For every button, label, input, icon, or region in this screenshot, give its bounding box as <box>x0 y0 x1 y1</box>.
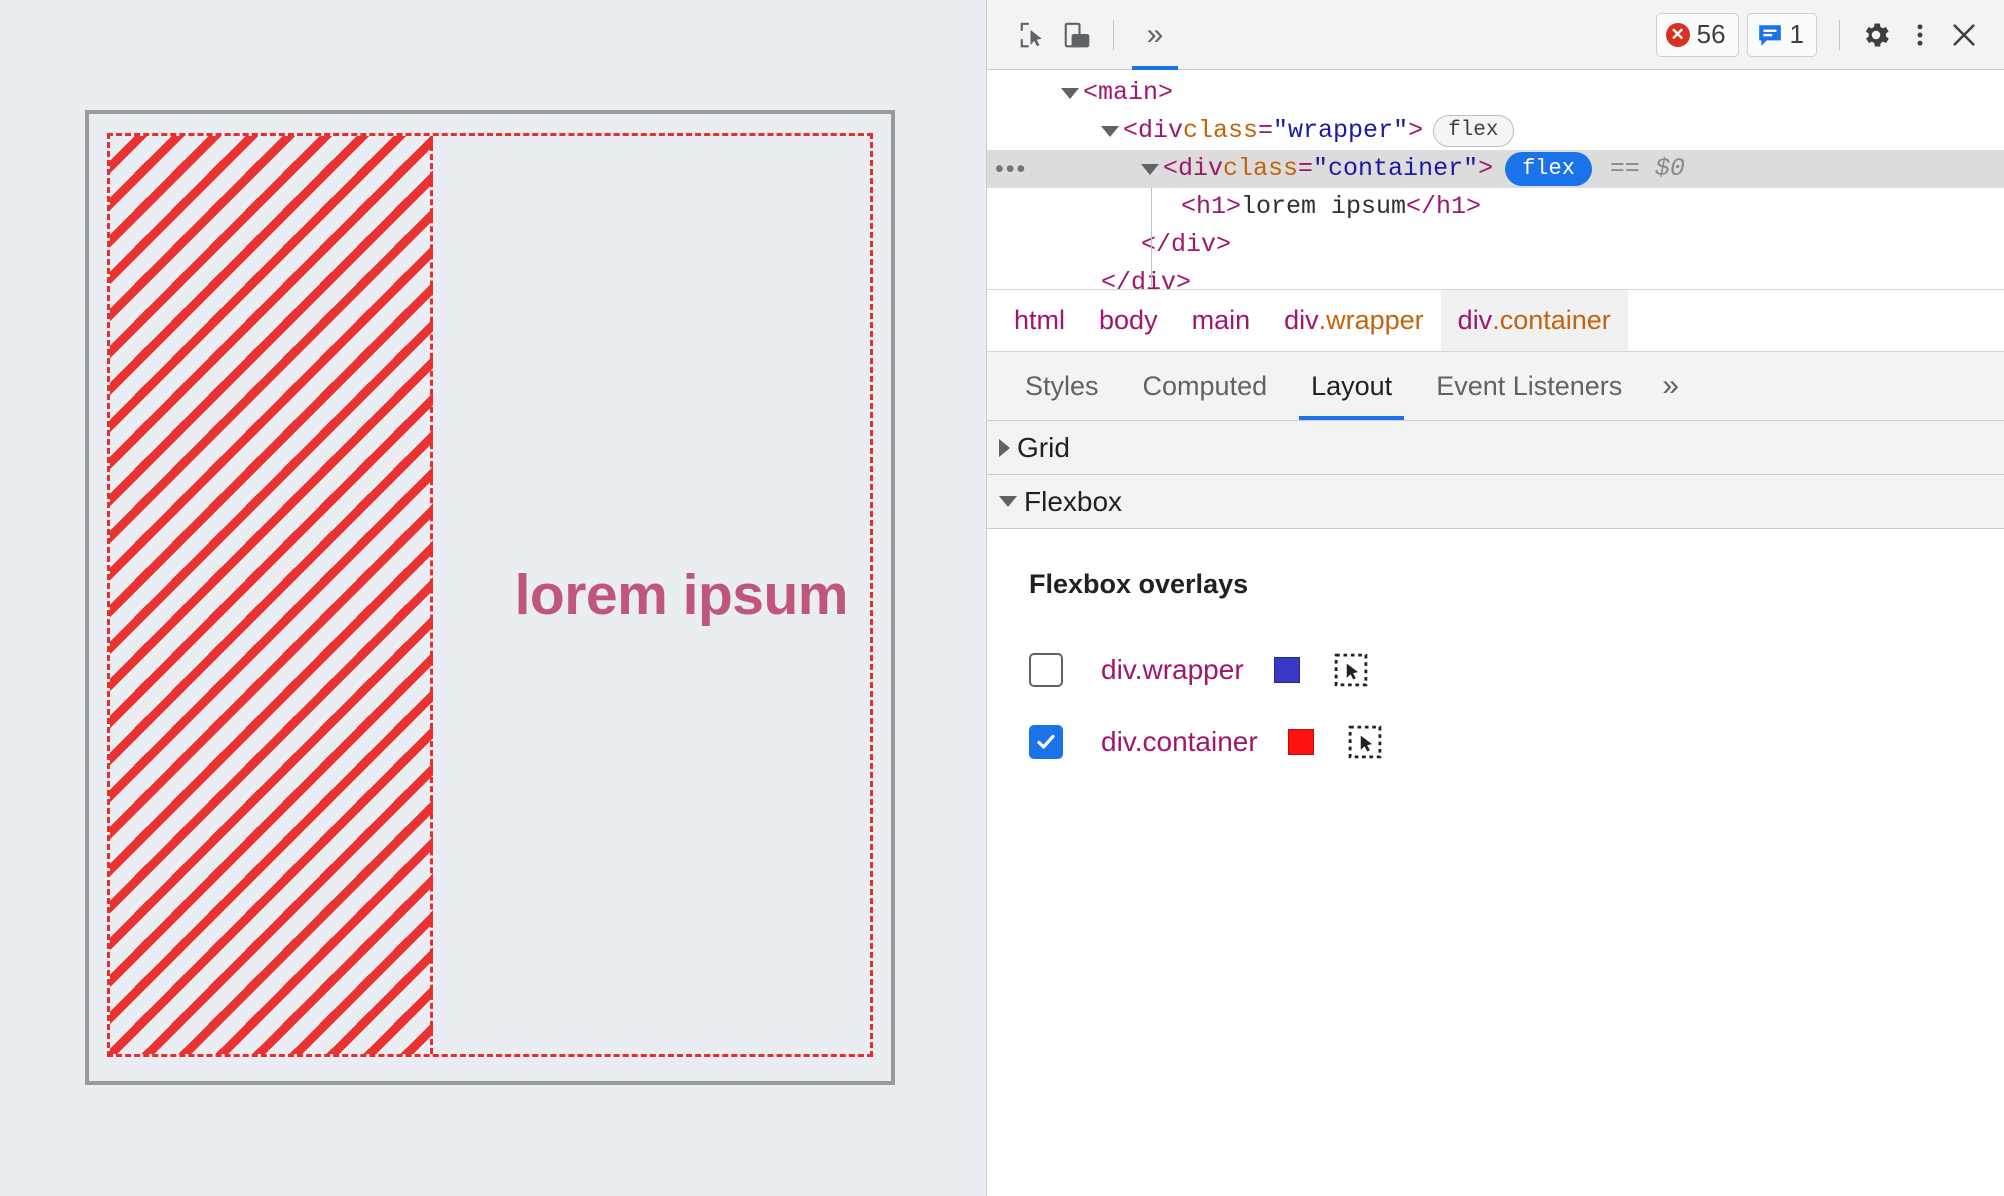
error-count-label: 56 <box>1696 19 1726 49</box>
chevron-down-icon[interactable] <box>1101 125 1119 137</box>
grid-section-label: Grid <box>1017 431 1070 463</box>
dom-token-tag: > <box>1478 154 1494 183</box>
close-icon[interactable] <box>1942 13 1986 57</box>
dom-row[interactable]: </div> <box>987 264 2004 290</box>
dom-token-attr-name: class <box>1223 154 1299 183</box>
flexbox-overlay-row: div.container <box>1029 714 2004 770</box>
toolbar-divider-1 <box>1113 19 1114 50</box>
tab-styles[interactable]: Styles <box>1003 352 1121 420</box>
devtools-toolbar: » ✕ 56 1 <box>987 0 2004 70</box>
chevron-right-icon <box>999 438 1010 457</box>
breadcrumb-item-main[interactable]: main <box>1175 290 1268 351</box>
flexbox-overlays-title: Flexbox overlays <box>1029 569 1249 599</box>
grid-section-header[interactable]: Grid <box>987 421 2004 475</box>
chevron-down-icon <box>999 496 1017 507</box>
breadcrumb-class: .wrapper <box>1318 305 1424 335</box>
error-icon: ✕ <box>1665 22 1690 47</box>
layout-panel: Grid Flexbox Flexbox overlays div.wrappe… <box>987 421 2004 1196</box>
page-heading: lorem ipsum <box>514 563 849 627</box>
dom-token-tag: </div> <box>1101 268 1192 290</box>
container-flex-overlay: lorem ipsum <box>107 133 873 1057</box>
dom-token-tag: = <box>1298 154 1314 183</box>
select-element-icon[interactable] <box>1348 725 1382 759</box>
breadcrumb-item-html[interactable]: html <box>997 290 1082 351</box>
panel-tab-bar[interactable]: Styles Computed Layout Event Listeners» <box>987 352 2004 421</box>
dom-token-tag: </h1> <box>1406 192 1482 221</box>
flexbox-overlay-row: div.wrapper <box>1029 642 2004 698</box>
overlay-checkbox[interactable] <box>1029 653 1063 687</box>
dom-token-tag: <div <box>1123 116 1184 145</box>
dom-token-tag: </div> <box>1141 230 1232 259</box>
dom-token-attr-val: "container" <box>1313 154 1479 183</box>
chevron-down-icon[interactable] <box>1141 163 1159 175</box>
breadcrumb-tag: html <box>1014 305 1066 335</box>
flexbox-section-label: Flexbox <box>1024 485 1123 517</box>
panel-tabs-more-icon[interactable]: » <box>1644 369 1697 403</box>
devtools-panel: » ✕ 56 1 <main> <div class = "wrapper" >… <box>986 0 2004 1196</box>
main-element-box: lorem ipsum <box>85 110 895 1085</box>
breadcrumb-tag: div <box>1284 305 1319 335</box>
dom-row[interactable]: </div> <box>987 226 2004 264</box>
flexbox-section-header[interactable]: Flexbox <box>987 475 2004 529</box>
chevron-double-right-icon[interactable]: » <box>1128 13 1182 70</box>
breadcrumb-tag: body <box>1099 305 1158 335</box>
breadcrumb-tag: div <box>1457 305 1493 335</box>
flex-badge[interactable]: flex <box>1505 152 1592 186</box>
overlay-label[interactable]: div.container <box>1101 726 1258 758</box>
dom-token-tag: <div <box>1163 154 1224 183</box>
dom-token-tag: <h1> <box>1181 192 1242 221</box>
devtools-screenshot: lorem ipsum » ✕ 56 1 <main> <div class =… <box>0 0 2004 1196</box>
breadcrumb-tag: main <box>1191 305 1251 335</box>
wrapper-flex-container: lorem ipsum <box>89 114 891 1081</box>
breadcrumb-item-div-container[interactable]: div .container <box>1440 290 1628 351</box>
dom-indent-guide <box>1151 188 1152 288</box>
tab-computed[interactable]: Computed <box>1121 352 1290 420</box>
message-icon <box>1757 23 1783 47</box>
device-toolbar-icon[interactable] <box>1055 13 1099 57</box>
overlay-color-swatch[interactable] <box>1273 657 1300 683</box>
tab-layout[interactable]: Layout <box>1289 352 1414 420</box>
dom-row-ellipsis-icon[interactable]: ••• <box>995 150 1027 188</box>
message-count-badge[interactable]: 1 <box>1746 12 1817 57</box>
flexbox-overlay-list: div.wrapper div.container <box>1029 642 2004 770</box>
page-viewport: lorem ipsum <box>0 0 986 1196</box>
overlay-label[interactable]: div.wrapper <box>1101 654 1244 686</box>
dom-token-tag: > <box>1408 116 1424 145</box>
dom-token-tag: = <box>1258 116 1274 145</box>
overlay-checkbox[interactable] <box>1029 725 1063 759</box>
inspect-cursor-icon[interactable] <box>1011 13 1055 57</box>
flexbox-section-body: Flexbox overlays div.wrapper div.containe… <box>987 529 2004 770</box>
message-count-label: 1 <box>1789 19 1804 49</box>
gear-icon[interactable] <box>1854 13 1898 57</box>
dom-row[interactable]: <h1> lorem ipsum </h1> <box>987 188 2004 226</box>
kebab-menu-icon[interactable] <box>1898 13 1942 57</box>
dom-token-tag: <main> <box>1083 78 1174 107</box>
flex-free-space-hatch <box>110 136 433 1054</box>
dom-row-selected[interactable]: ••• <div class = "container" > flex == $0 <box>987 150 2004 188</box>
dom-selected-ref: == $0 <box>1609 154 1685 183</box>
dom-row[interactable]: <div class = "wrapper" > flex <box>987 112 2004 150</box>
breadcrumb[interactable]: html body main div .wrapper div .container <box>987 290 2004 352</box>
chevron-down-icon[interactable] <box>1061 87 1079 99</box>
dom-token-attr-name: class <box>1183 116 1259 145</box>
select-element-icon[interactable] <box>1334 653 1368 687</box>
dom-tree[interactable]: <main> <div class = "wrapper" > flex ••• <div c… <box>987 70 2004 290</box>
dom-token-txt: lorem ipsum <box>1241 192 1407 221</box>
overlay-color-swatch[interactable] <box>1287 729 1314 755</box>
breadcrumb-class: .container <box>1492 305 1611 335</box>
dom-row[interactable]: <main> <box>987 74 2004 112</box>
error-count-badge[interactable]: ✕ 56 <box>1655 12 1739 57</box>
flex-badge[interactable]: flex <box>1433 115 1514 147</box>
breadcrumb-item-div-wrapper[interactable]: div .wrapper <box>1267 290 1441 351</box>
breadcrumb-item-body[interactable]: body <box>1082 290 1175 351</box>
toolbar-divider-2 <box>1839 19 1840 50</box>
dom-token-attr-val: "wrapper" <box>1273 116 1409 145</box>
tab-event-listeners[interactable]: Event Listeners <box>1414 352 1644 420</box>
